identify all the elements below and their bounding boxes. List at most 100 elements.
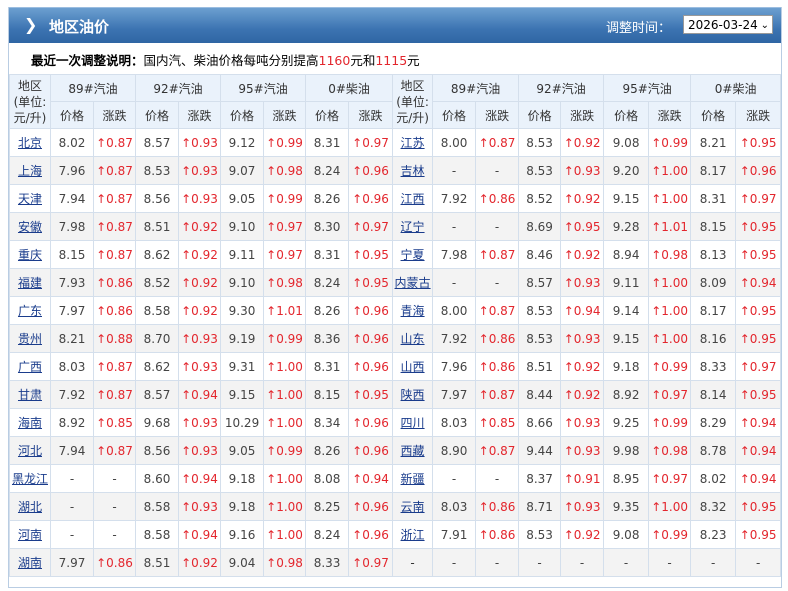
region-cell[interactable]: 宁夏 bbox=[392, 240, 434, 269]
fuel-header: 95#汽油 bbox=[220, 74, 307, 102]
region-cell[interactable]: 天津 bbox=[9, 184, 51, 213]
region-cell[interactable]: 辽宁 bbox=[392, 212, 434, 241]
price-cell: 8.32 bbox=[690, 492, 737, 521]
region-link[interactable]: 福建 bbox=[18, 276, 42, 290]
region-link[interactable]: 新疆 bbox=[401, 472, 425, 486]
change-cell: ↑0.87 bbox=[92, 184, 137, 213]
region-link[interactable]: 宁夏 bbox=[401, 248, 425, 262]
region-cell[interactable]: 黑龙江 bbox=[9, 464, 51, 493]
change-cell: ↑0.96 bbox=[348, 520, 394, 549]
region-link[interactable]: 广西 bbox=[18, 360, 42, 374]
price-cell: 8.69 bbox=[518, 212, 562, 241]
region-link[interactable]: 河北 bbox=[18, 444, 42, 458]
region-cell[interactable]: 江苏 bbox=[392, 128, 434, 157]
price-cell: 9.15 bbox=[220, 380, 265, 409]
price-cell: 8.92 bbox=[50, 408, 94, 437]
change-cell: ↑0.87 bbox=[475, 380, 520, 409]
region-cell[interactable]: 山西 bbox=[392, 352, 434, 381]
region-link[interactable]: 辽宁 bbox=[401, 220, 425, 234]
region-link[interactable]: 浙江 bbox=[401, 528, 425, 542]
region-cell[interactable]: 吉林 bbox=[392, 156, 434, 185]
region-cell[interactable]: 甘肃 bbox=[9, 380, 51, 409]
region-link[interactable]: 四川 bbox=[401, 416, 425, 430]
region-link[interactable]: 云南 bbox=[401, 500, 425, 514]
region-link[interactable]: 重庆 bbox=[18, 248, 42, 262]
price-cell: 9.25 bbox=[603, 408, 650, 437]
price-cell: 8.36 bbox=[305, 324, 350, 353]
region-link[interactable]: 海南 bbox=[18, 416, 42, 430]
region-link[interactable]: 安徽 bbox=[18, 220, 42, 234]
region-cell[interactable]: 北京 bbox=[9, 128, 51, 157]
region-link[interactable]: 广东 bbox=[18, 304, 42, 318]
change-cell: ↑0.87 bbox=[475, 296, 520, 325]
region-link[interactable]: 陕西 bbox=[401, 388, 425, 402]
region-link[interactable]: 北京 bbox=[18, 136, 42, 150]
price-cell: 8.44 bbox=[518, 380, 562, 409]
price-cell: 9.12 bbox=[220, 128, 265, 157]
region-link[interactable]: 天津 bbox=[18, 192, 42, 206]
region-link[interactable]: 西藏 bbox=[401, 444, 425, 458]
region-cell[interactable]: 新疆 bbox=[392, 464, 434, 493]
change-cell: ↑0.94 bbox=[735, 436, 782, 465]
region-cell[interactable]: 安徽 bbox=[9, 212, 51, 241]
adjust-date-select[interactable]: 2026-03-24 ⌄ bbox=[683, 15, 773, 34]
change-cell: ↑1.00 bbox=[263, 464, 307, 493]
region-link[interactable]: 江苏 bbox=[401, 136, 425, 150]
change-cell: - bbox=[92, 520, 137, 549]
region-cell[interactable]: 广西 bbox=[9, 352, 51, 381]
region-link[interactable]: 山西 bbox=[401, 360, 425, 374]
region-cell[interactable]: 四川 bbox=[392, 408, 434, 437]
region-cell[interactable]: 上海 bbox=[9, 156, 51, 185]
region-link[interactable]: 甘肃 bbox=[18, 388, 42, 402]
region-cell[interactable]: 湖北 bbox=[9, 492, 51, 521]
region-link[interactable]: 山东 bbox=[401, 332, 425, 346]
change-cell: - bbox=[475, 268, 520, 297]
region-link[interactable]: 上海 bbox=[18, 164, 42, 178]
change-cell: ↑1.00 bbox=[263, 520, 307, 549]
price-cell: 8.03 bbox=[50, 352, 94, 381]
change-cell: ↑0.87 bbox=[92, 128, 137, 157]
region-link[interactable]: 湖北 bbox=[18, 500, 42, 514]
table-row: 湖北 - -8.58 ↑0.93 9.18 ↑1.00 8.25 ↑0.96 云南 8.03 ↑0.… bbox=[9, 492, 782, 521]
change-header: 涨跌 bbox=[263, 101, 307, 129]
region-cell[interactable]: 青海 bbox=[392, 296, 434, 325]
price-cell: 9.98 bbox=[603, 436, 650, 465]
change-cell: ↑0.99 bbox=[263, 184, 307, 213]
region-link[interactable]: 河南 bbox=[18, 528, 42, 542]
region-empty: - bbox=[410, 555, 415, 570]
region-link[interactable]: 贵州 bbox=[18, 332, 42, 346]
region-cell[interactable]: 山东 bbox=[392, 324, 434, 353]
region-cell[interactable]: 江西 bbox=[392, 184, 434, 213]
price-cell: 8.53 bbox=[518, 156, 562, 185]
region-cell[interactable]: 云南 bbox=[392, 492, 434, 521]
region-cell[interactable]: 贵州 bbox=[9, 324, 51, 353]
region-cell[interactable]: 湖南 bbox=[9, 548, 51, 577]
change-cell: ↑0.87 bbox=[92, 156, 137, 185]
region-cell[interactable]: 内蒙古 bbox=[392, 268, 434, 297]
price-cell: 8.16 bbox=[690, 324, 737, 353]
change-cell: ↑0.96 bbox=[348, 324, 394, 353]
region-link[interactable]: 湖南 bbox=[18, 556, 42, 570]
change-cell: ↑0.92 bbox=[178, 240, 222, 269]
region-cell[interactable]: 重庆 bbox=[9, 240, 51, 269]
diesel-increase: 1115 bbox=[375, 53, 408, 68]
change-cell: ↑0.92 bbox=[560, 240, 605, 269]
change-cell: ↑1.00 bbox=[263, 352, 307, 381]
price-cell: 8.26 bbox=[305, 184, 350, 213]
region-cell[interactable]: 海南 bbox=[9, 408, 51, 437]
price-cell: 8.30 bbox=[305, 212, 350, 241]
region-link[interactable]: 黑龙江 bbox=[12, 472, 48, 486]
region-cell[interactable]: 河南 bbox=[9, 520, 51, 549]
region-cell[interactable]: 广东 bbox=[9, 296, 51, 325]
region-link[interactable]: 江西 bbox=[401, 192, 425, 206]
price-cell: 8.94 bbox=[603, 240, 650, 269]
region-cell[interactable]: 河北 bbox=[9, 436, 51, 465]
region-link[interactable]: 青海 bbox=[401, 304, 425, 318]
region-cell[interactable]: 西藏 bbox=[392, 436, 434, 465]
region-cell[interactable]: 浙江 bbox=[392, 520, 434, 549]
region-link[interactable]: 内蒙古 bbox=[395, 276, 431, 290]
change-cell: ↑0.86 bbox=[475, 184, 520, 213]
region-cell[interactable]: 陕西 bbox=[392, 380, 434, 409]
region-cell[interactable]: 福建 bbox=[9, 268, 51, 297]
region-link[interactable]: 吉林 bbox=[401, 164, 425, 178]
